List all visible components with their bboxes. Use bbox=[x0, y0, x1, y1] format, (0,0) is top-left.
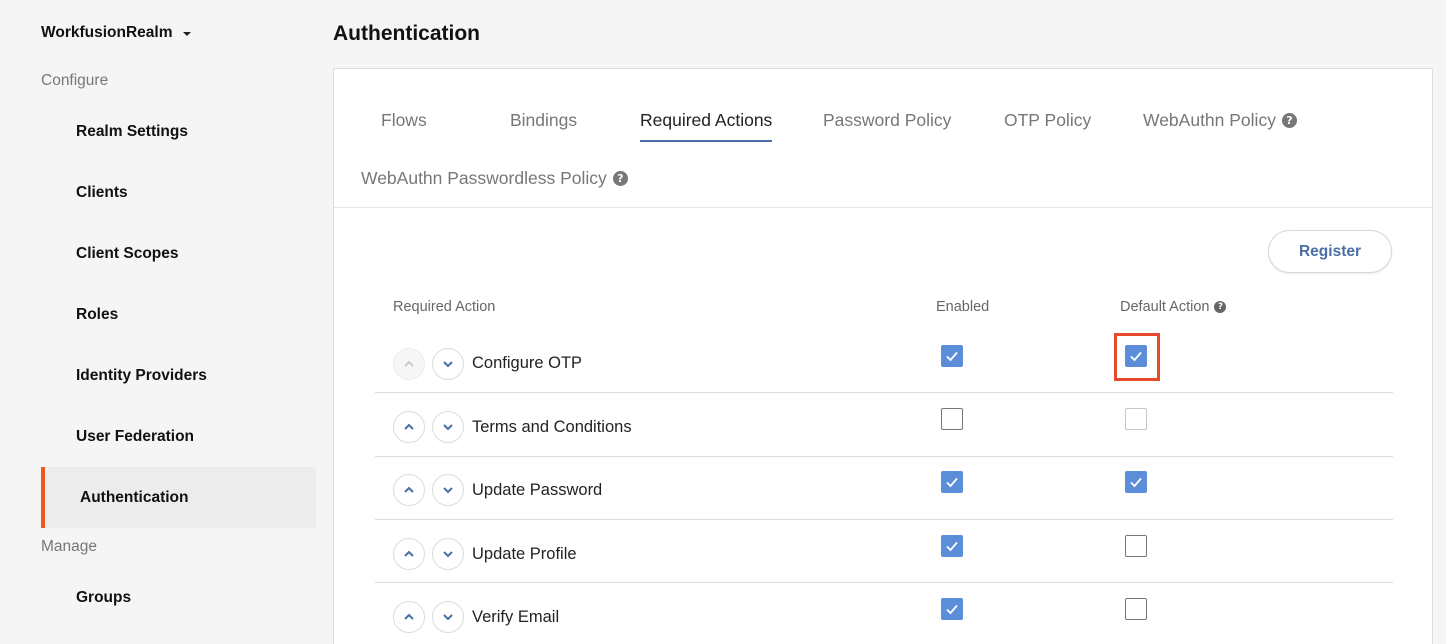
content-panel: Flows Bindings Required Actions Password… bbox=[333, 68, 1433, 644]
required-action-name: Update Password bbox=[472, 481, 603, 499]
chevron-down-icon bbox=[443, 361, 453, 368]
table-row: Update Profile bbox=[375, 520, 1393, 583]
table-row: Update Password bbox=[375, 457, 1393, 520]
tab-required-actions[interactable]: Required Actions bbox=[640, 110, 773, 142]
sidebar-item-client-scopes[interactable]: Client Scopes bbox=[41, 223, 316, 284]
enabled-checkbox[interactable] bbox=[941, 535, 963, 557]
help-icon[interactable]: ? bbox=[612, 171, 628, 186]
tab-otp-policy[interactable]: OTP Policy bbox=[1004, 110, 1091, 131]
realm-name: WorkfusionRealm bbox=[41, 24, 173, 41]
required-action-name: Update Profile bbox=[472, 545, 577, 563]
tab-bar: Flows Bindings Required Actions Password… bbox=[334, 69, 1432, 208]
chevron-up-icon bbox=[404, 613, 414, 620]
tab-password-policy[interactable]: Password Policy bbox=[823, 110, 951, 131]
move-up-button[interactable] bbox=[393, 538, 425, 570]
sidebar-item-clients[interactable]: Clients bbox=[41, 162, 316, 223]
chevron-up-icon bbox=[404, 423, 414, 430]
section-manage: Manage bbox=[41, 538, 98, 555]
check-icon bbox=[946, 604, 958, 615]
required-action-name: Terms and Conditions bbox=[472, 418, 632, 436]
help-icon[interactable]: ? bbox=[1214, 301, 1227, 313]
default-action-checkbox[interactable] bbox=[1125, 471, 1147, 493]
chevron-down-icon bbox=[443, 487, 453, 494]
table-row: Configure OTP bbox=[375, 330, 1393, 393]
section-configure: Configure bbox=[41, 72, 109, 89]
move-up-button[interactable] bbox=[393, 601, 425, 633]
sidebar-item-groups[interactable]: Groups bbox=[41, 567, 316, 628]
default-action-checkbox[interactable] bbox=[1125, 535, 1147, 557]
default-action-checkbox[interactable] bbox=[1125, 408, 1147, 430]
help-icon[interactable]: ? bbox=[1281, 113, 1297, 128]
enabled-checkbox[interactable] bbox=[941, 408, 963, 430]
required-action-name: Verify Email bbox=[472, 608, 560, 626]
realm-selector[interactable]: WorkfusionRealm bbox=[41, 24, 191, 42]
sidebar-item-roles[interactable]: Roles bbox=[41, 284, 316, 345]
check-icon bbox=[946, 477, 958, 488]
move-up-button[interactable] bbox=[393, 474, 425, 506]
enabled-checkbox[interactable] bbox=[941, 471, 963, 493]
move-up-button[interactable] bbox=[393, 411, 425, 443]
column-header-required-action: Required Action bbox=[393, 299, 496, 315]
required-action-name: Configure OTP bbox=[472, 354, 583, 372]
sidebar-item-realm-settings[interactable]: Realm Settings bbox=[41, 101, 316, 162]
move-down-button[interactable] bbox=[432, 411, 464, 443]
enabled-checkbox[interactable] bbox=[941, 345, 963, 367]
move-down-button[interactable] bbox=[432, 348, 464, 380]
move-down-button[interactable] bbox=[432, 601, 464, 633]
default-action-checkbox[interactable] bbox=[1125, 345, 1147, 367]
tab-bindings[interactable]: Bindings bbox=[510, 110, 577, 131]
chevron-down-icon bbox=[182, 32, 191, 36]
tab-flows[interactable]: Flows bbox=[381, 110, 427, 131]
chevron-down-icon bbox=[443, 551, 453, 558]
sidebar-item-authentication[interactable]: Authentication bbox=[41, 467, 316, 528]
chevron-down-icon bbox=[443, 424, 453, 431]
table-row: Verify Email bbox=[375, 583, 1393, 644]
column-header-enabled: Enabled bbox=[936, 299, 990, 315]
sidebar-item-identity-providers[interactable]: Identity Providers bbox=[41, 345, 316, 406]
enabled-checkbox[interactable] bbox=[941, 598, 963, 620]
move-down-button[interactable] bbox=[432, 538, 464, 570]
sidebar: WorkfusionRealm Configure Realm Settings… bbox=[0, 0, 316, 644]
chevron-up-icon bbox=[404, 486, 414, 493]
sidebar-item-user-federation[interactable]: User Federation bbox=[41, 406, 316, 467]
check-icon bbox=[946, 351, 958, 362]
default-action-checkbox[interactable] bbox=[1125, 598, 1147, 620]
check-icon bbox=[1130, 351, 1142, 362]
chevron-up-icon bbox=[404, 360, 414, 367]
page-title: Authentication bbox=[333, 22, 480, 45]
chevron-up-icon bbox=[404, 550, 414, 557]
check-icon bbox=[946, 541, 958, 552]
check-icon bbox=[1130, 477, 1142, 488]
active-tab-indicator bbox=[640, 140, 773, 142]
table-row: Terms and Conditions bbox=[375, 394, 1393, 457]
column-header-default-action: Default Action ? bbox=[1120, 299, 1227, 315]
move-down-button[interactable] bbox=[432, 474, 464, 506]
chevron-down-icon bbox=[443, 614, 453, 621]
move-up-button[interactable] bbox=[393, 348, 425, 380]
tab-webauthn-policy[interactable]: WebAuthn Policy ? bbox=[1143, 110, 1297, 131]
tab-webauthn-passwordless-policy[interactable]: WebAuthn Passwordless Policy ? bbox=[361, 168, 628, 189]
register-button[interactable]: Register bbox=[1268, 230, 1392, 273]
